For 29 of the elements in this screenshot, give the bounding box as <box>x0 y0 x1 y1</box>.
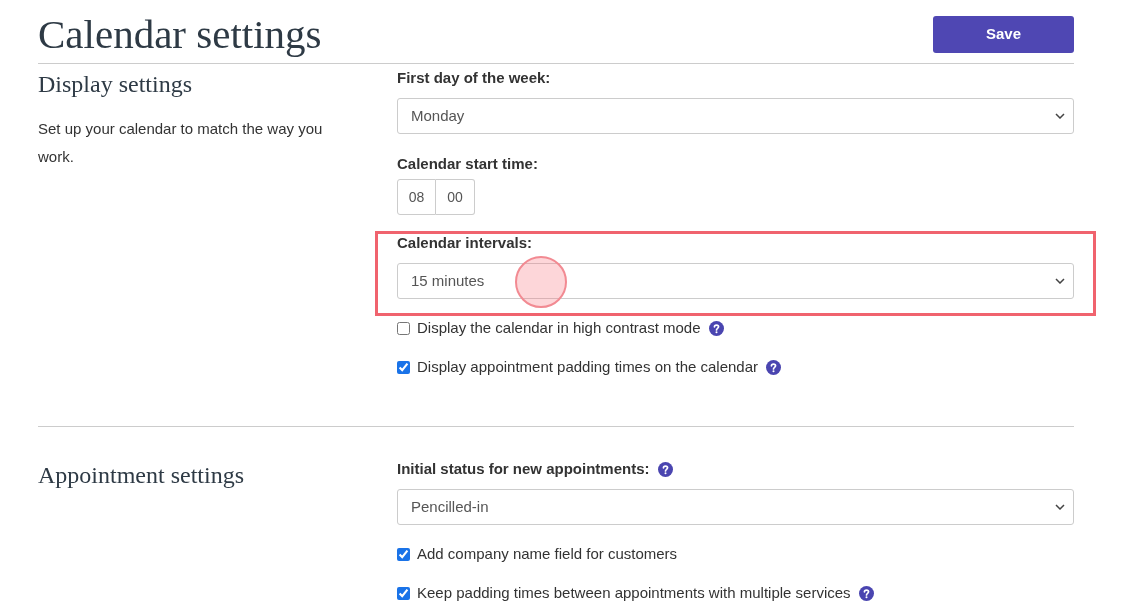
checkbox-label: Keep padding times between appointments with multiple services <box>417 582 851 603</box>
help-icon[interactable] <box>657 461 673 477</box>
section-title: Appointment settings <box>38 461 245 490</box>
dropdown-select[interactable]: Pencilled-in <box>397 489 1074 525</box>
caret-icon <box>1055 278 1065 284</box>
minute-field[interactable]: 00 <box>436 179 475 215</box>
checkbox[interactable] <box>397 360 410 374</box>
field-label: Calendar intervals: <box>397 232 533 253</box>
click-indicator <box>515 256 567 308</box>
field-label: First day of the week: <box>397 67 551 88</box>
section-title: Display settings <box>38 70 193 99</box>
checkbox[interactable] <box>397 321 410 335</box>
save-button[interactable]: Save <box>933 16 1074 53</box>
section-description: Set up your calendar to match the way you work. <box>38 119 324 167</box>
caret-icon <box>1055 504 1065 510</box>
caret-icon <box>1055 113 1065 119</box>
checkbox[interactable] <box>397 586 410 600</box>
field-label: Calendar start time: <box>397 154 539 171</box>
checkbox-label: Display appointment padding times on the calendar <box>417 356 759 377</box>
dropdown-select[interactable]: Monday <box>397 98 1074 134</box>
checkbox[interactable] <box>397 547 410 561</box>
dropdown-select[interactable]: 15 minutes <box>397 263 1074 299</box>
checkbox-label: Add company name field for customers <box>417 543 678 564</box>
help-icon[interactable] <box>858 585 874 601</box>
checkbox-label: Display the calendar in high contrast mode <box>417 317 701 338</box>
help-icon[interactable] <box>708 320 724 336</box>
help-icon[interactable] <box>766 359 782 375</box>
hour-field[interactable]: 08 <box>397 179 436 215</box>
field-label: Initial status for new appointments: <box>397 458 650 479</box>
